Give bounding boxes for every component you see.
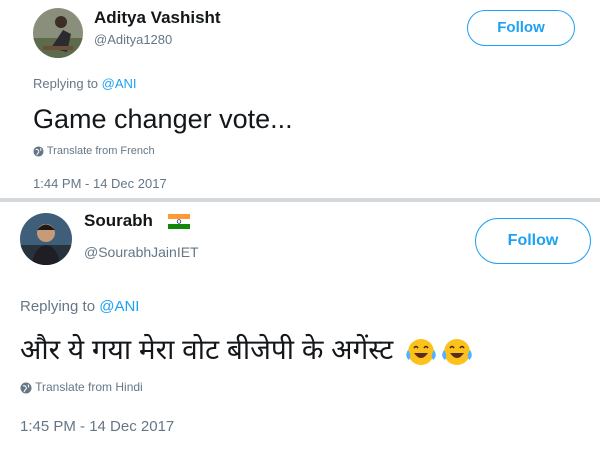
avatar[interactable] — [20, 213, 72, 265]
display-name-text: Sourabh — [84, 211, 153, 230]
tears-of-joy-emoji-icon — [442, 338, 472, 365]
replying-prefix: Replying to — [20, 298, 96, 315]
user-handle[interactable]: @SourabhJainIET — [84, 244, 199, 260]
replying-handle-link[interactable]: @ANI — [99, 298, 139, 315]
follow-button[interactable]: Follow — [475, 218, 591, 264]
avatar[interactable] — [33, 8, 83, 58]
replying-to: Replying to @ANI — [33, 76, 137, 91]
tweet-text-content: और ये गया मेरा वोट बीजेपी के अगेंस्ट — [20, 334, 394, 365]
tweet-text: और ये गया मेरा वोट बीजेपी के अगेंस्ट — [20, 330, 473, 368]
replying-handle-link[interactable]: @ANI — [102, 76, 137, 91]
india-flag-icon — [167, 214, 190, 230]
divider — [0, 198, 600, 202]
replying-to: Replying to @ANI — [20, 298, 139, 315]
timestamp[interactable]: 1:44 PM - 14 Dec 2017 — [33, 176, 167, 191]
translate-link[interactable]: Translate from Hindi — [20, 380, 143, 394]
tweet-card: Sourabh @SourabhJainIET Follow Replying … — [0, 203, 600, 450]
globe-icon — [33, 146, 44, 157]
timestamp[interactable]: 1:45 PM - 14 Dec 2017 — [20, 418, 174, 435]
tears-of-joy-emoji-icon — [406, 338, 436, 365]
user-handle[interactable]: @Aditya1280 — [94, 32, 172, 47]
replying-prefix: Replying to — [33, 76, 99, 91]
follow-button[interactable]: Follow — [467, 10, 575, 46]
tweet-text: Game changer vote... — [33, 104, 293, 134]
translate-link[interactable]: Translate from French — [33, 145, 155, 157]
display-name[interactable]: Sourabh — [84, 211, 190, 231]
display-name[interactable]: Aditya Vashisht — [94, 8, 221, 28]
globe-icon — [20, 382, 32, 394]
translate-label: Translate from French — [46, 145, 155, 157]
tweet-card: Aditya Vashisht @Aditya1280 Follow Reply… — [0, 0, 600, 200]
translate-label: Translate from Hindi — [35, 380, 143, 394]
